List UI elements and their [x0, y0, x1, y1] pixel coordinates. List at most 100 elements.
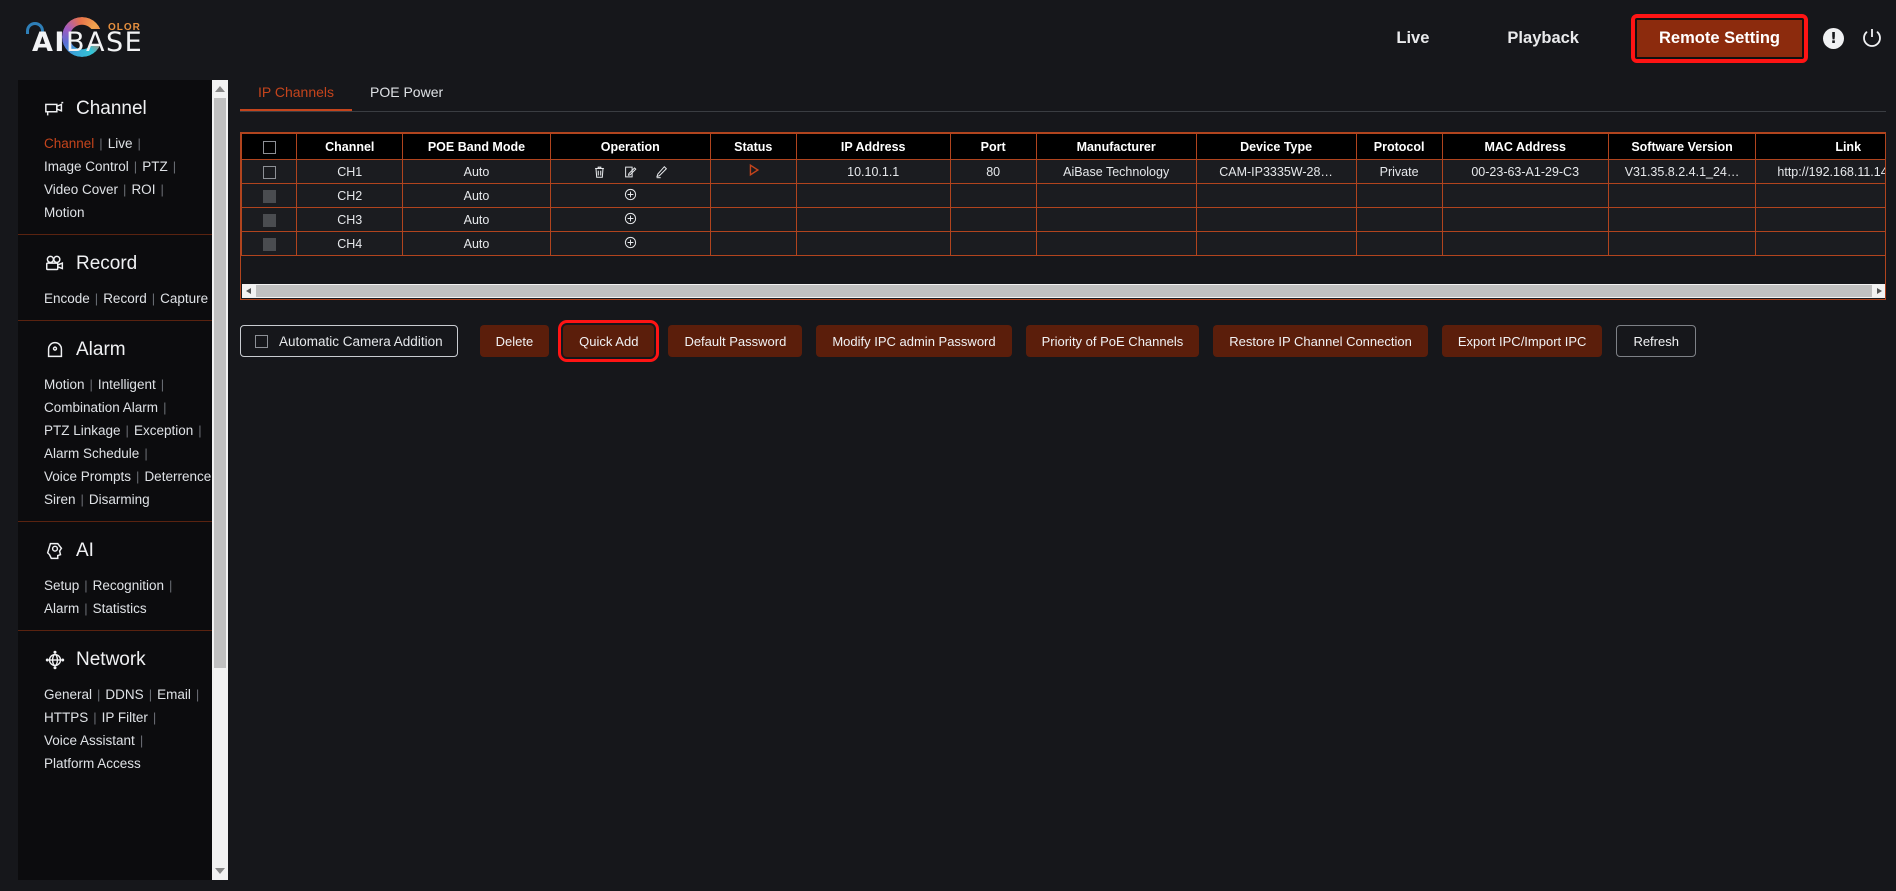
sidebar-item-combination-alarm[interactable]: Combination Alarm	[44, 400, 158, 415]
sidebar-item-ddns[interactable]: DDNS	[105, 687, 143, 702]
cell-mac-address	[1441, 231, 1609, 256]
modify-ipc-admin-password-button[interactable]: Modify IPC admin Password	[816, 325, 1012, 357]
automatic-camera-addition-checkbox[interactable]	[255, 334, 268, 348]
sidebar-item-video-cover[interactable]: Video Cover	[44, 182, 118, 197]
sidebar-item-general[interactable]: General	[44, 687, 92, 702]
sidebar-item-motion[interactable]: Motion	[44, 205, 85, 220]
row-checkbox-cell[interactable]	[241, 159, 298, 184]
sidebar-item-siren[interactable]: Siren	[44, 492, 76, 507]
scroll-left-arrow-icon[interactable]	[242, 284, 256, 298]
plus-circle-icon[interactable]	[624, 212, 637, 225]
plus-circle-icon[interactable]	[624, 188, 637, 201]
sidebar-section-network: Network General | DDNS | Email | HTTPS | IP Fil…	[18, 631, 212, 785]
sidebar-item-statistics[interactable]: Statistics	[93, 601, 147, 616]
header-link: Link	[1755, 133, 1885, 160]
sidebar-section-ai-header[interactable]: AI	[18, 522, 212, 574]
header-poe-band-mode: POE Band Mode	[402, 133, 551, 160]
sidebar-item-image-control[interactable]: Image Control	[44, 159, 129, 174]
sidebar-item-alarm-motion[interactable]: Motion	[44, 377, 85, 392]
sidebar-item-exception[interactable]: Exception	[134, 423, 193, 438]
nav-remote-setting[interactable]: Remote Setting	[1630, 13, 1809, 63]
nav-playback[interactable]: Playback	[1485, 20, 1601, 57]
link-sep: |	[137, 136, 141, 151]
row-checkbox-cell	[241, 207, 298, 232]
alert-circle-icon[interactable]: !	[1823, 27, 1844, 49]
sidebar-item-encode[interactable]: Encode	[44, 291, 90, 306]
action-button-row: Automatic Camera Addition Delete Quick A…	[240, 320, 1696, 362]
cell-protocol	[1355, 231, 1443, 256]
sidebar-item-https[interactable]: HTTPS	[44, 710, 88, 725]
export-import-ipc-button[interactable]: Export IPC/Import IPC	[1441, 325, 1603, 357]
sidebar-section-alarm-header[interactable]: Alarm	[18, 321, 212, 373]
sidebar-section-channel-header[interactable]: Channel	[18, 80, 212, 132]
sidebar-scroll-down-icon[interactable]	[215, 868, 225, 874]
cell-poe-band-mode: Auto	[402, 231, 551, 256]
cell-software-version: V31.35.8.2.4.1_24…	[1607, 159, 1757, 184]
automatic-camera-addition-toggle[interactable]: Automatic Camera Addition	[240, 325, 458, 357]
row-checkbox[interactable]	[262, 165, 276, 179]
sidebar-scroll-up-icon[interactable]	[215, 86, 225, 92]
nav-live[interactable]: Live	[1374, 20, 1451, 57]
sidebar-section-record-header[interactable]: Record	[18, 235, 212, 287]
pencil-icon[interactable]	[655, 165, 668, 179]
sidebar-item-alarm-schedule[interactable]: Alarm Schedule	[44, 446, 139, 461]
sidebar-item-ip-filter[interactable]: IP Filter	[102, 710, 148, 725]
sidebar-scrollbar[interactable]	[212, 80, 228, 880]
cell-device-type	[1195, 207, 1357, 232]
sidebar-item-capture[interactable]: Capture	[160, 291, 208, 306]
cell-software-version	[1607, 183, 1757, 208]
link-sep: |	[84, 578, 88, 593]
refresh-button[interactable]: Refresh	[1616, 325, 1696, 357]
sidebar-scroll-thumb[interactable]	[214, 98, 226, 668]
sidebar-item-roi[interactable]: ROI	[131, 182, 155, 197]
cell-protocol: Private	[1355, 159, 1443, 184]
trash-icon[interactable]	[593, 165, 606, 179]
cell-ip-address	[795, 207, 951, 232]
priority-of-poe-channels-button[interactable]: Priority of PoE Channels	[1025, 325, 1200, 357]
sidebar-item-live[interactable]: Live	[108, 136, 133, 151]
header-mac-address: MAC Address	[1441, 133, 1609, 160]
sidebar: Channel Channel | Live | Image Control | PTZ |…	[18, 80, 228, 880]
sidebar-item-deterrence[interactable]: Deterrence	[144, 469, 211, 484]
edit-box-icon[interactable]	[624, 165, 637, 179]
row-checkbox	[262, 189, 276, 203]
tab-poe-power[interactable]: POE Power	[352, 80, 461, 109]
sidebar-item-voice-assistant[interactable]: Voice Assistant	[44, 733, 135, 748]
select-all-checkbox[interactable]	[262, 140, 276, 154]
header-software-version: Software Version	[1607, 133, 1757, 160]
link-sep: |	[139, 733, 144, 748]
play-icon[interactable]	[747, 163, 760, 177]
sidebar-item-channel[interactable]: Channel	[44, 136, 94, 151]
cell-poe-band-mode: Auto	[402, 183, 551, 208]
scroll-right-arrow-icon[interactable]	[1872, 284, 1885, 298]
power-icon[interactable]	[1860, 26, 1884, 50]
sidebar-item-platform-access[interactable]: Platform Access	[44, 756, 141, 771]
cell-mac-address: 00-23-63-A1-29-C3	[1441, 159, 1609, 184]
sidebar-item-ptz-linkage[interactable]: PTZ Linkage	[44, 423, 121, 438]
sidebar-item-email[interactable]: Email	[157, 687, 191, 702]
sidebar-section-network-header[interactable]: Network	[18, 631, 212, 683]
sidebar-item-recognition[interactable]: Recognition	[93, 578, 164, 593]
plus-circle-icon[interactable]	[624, 236, 637, 249]
delete-button[interactable]: Delete	[479, 325, 550, 357]
restore-ip-channel-connection-button[interactable]: Restore IP Channel Connection	[1213, 325, 1428, 357]
sidebar-item-record[interactable]: Record	[103, 291, 147, 306]
tab-ip-channels[interactable]: IP Channels	[240, 80, 353, 111]
sidebar-item-voice-prompts[interactable]: Voice Prompts	[44, 469, 131, 484]
globe-icon	[45, 650, 65, 670]
sidebar-item-intelligent[interactable]: Intelligent	[98, 377, 156, 392]
table-horizontal-scrollbar[interactable]	[242, 284, 1885, 298]
link-sep: |	[152, 710, 157, 725]
header-ip-address: IP Address	[795, 133, 951, 160]
sidebar-item-setup[interactable]: Setup	[44, 578, 79, 593]
link-sep: |	[160, 377, 165, 392]
sidebar-item-ai-alarm[interactable]: Alarm	[44, 601, 79, 616]
cell-link	[1755, 207, 1885, 232]
header-select-all[interactable]	[241, 133, 298, 160]
horizontal-scroll-thumb[interactable]	[256, 285, 1872, 297]
sidebar-item-disarming[interactable]: Disarming	[89, 492, 150, 507]
default-password-button[interactable]: Default Password	[668, 325, 803, 357]
cell-link[interactable]: http://192.168.11.148:650	[1755, 159, 1885, 184]
quick-add-button[interactable]: Quick Add	[558, 320, 660, 362]
sidebar-item-ptz[interactable]: PTZ	[142, 159, 168, 174]
